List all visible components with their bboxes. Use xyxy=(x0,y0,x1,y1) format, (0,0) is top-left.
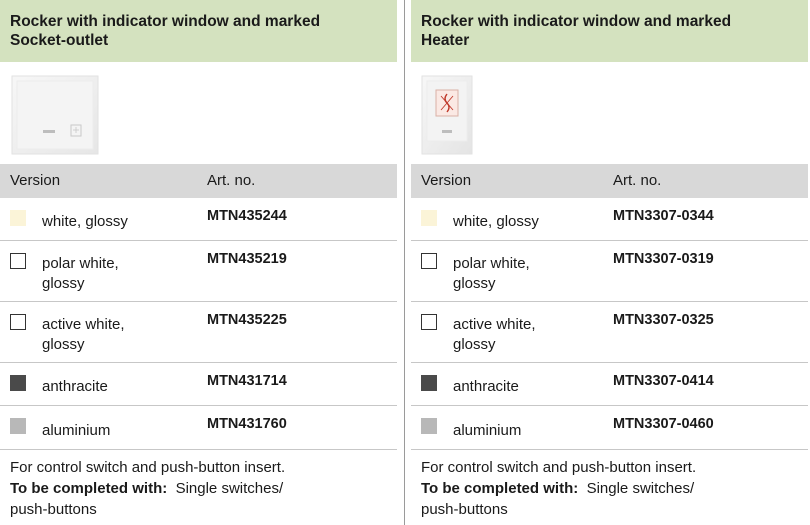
note-emphasis: To be completed with: xyxy=(10,480,168,497)
note-line: To be completed with: Single switches/ xyxy=(421,480,695,497)
version-label: Version xyxy=(421,172,472,189)
version-header: Version Art. no. xyxy=(411,164,808,198)
version-name: aluminium xyxy=(42,422,111,439)
article-number: MTN3307-0319 xyxy=(613,251,714,267)
version-name: polar white, glossy xyxy=(42,255,119,292)
table-row: polar white, glossy MTN435219 xyxy=(0,241,397,302)
table-row: anthracite MTN3307-0414 xyxy=(411,363,808,406)
article-number: MTN431714 xyxy=(207,373,287,389)
table-row: anthracite MTN431714 xyxy=(0,363,397,406)
socket-outlet-rocker-photo xyxy=(11,75,99,155)
product-title-line2: Socket-outlet xyxy=(10,32,109,49)
version-name: active white, glossy xyxy=(453,316,536,353)
article-number: MTN435244 xyxy=(207,208,287,224)
article-number: MTN435219 xyxy=(207,251,287,267)
version-name: aluminium xyxy=(453,422,522,439)
product-title-line1: Rocker with indicator window and marked xyxy=(421,13,732,30)
table-row: white, glossy MTN435244 xyxy=(0,198,397,241)
table-row: aluminium MTN3307-0460 xyxy=(411,406,808,450)
product-title: Rocker with indicator window and marked … xyxy=(0,0,397,62)
note-line: push-buttons xyxy=(10,501,97,518)
artno-label: Art. no. xyxy=(613,172,662,189)
version-name: anthracite xyxy=(42,378,108,395)
article-number: MTN3307-0325 xyxy=(613,312,714,328)
installation-note: For control switch and push-button inser… xyxy=(0,457,397,520)
article-number: MTN3307-0414 xyxy=(613,373,714,389)
color-swatch xyxy=(421,418,437,434)
color-swatch xyxy=(10,418,26,434)
note-line: For control switch and push-button inser… xyxy=(10,459,286,476)
product-title-line2: Heater xyxy=(421,32,470,49)
color-swatch xyxy=(421,375,437,391)
version-name: white, glossy xyxy=(453,213,539,230)
article-number: MTN3307-0344 xyxy=(613,208,714,224)
table-row: aluminium MTN431760 xyxy=(0,406,397,450)
color-swatch xyxy=(421,210,437,226)
article-number: MTN435225 xyxy=(207,312,287,328)
color-swatch xyxy=(10,253,26,269)
version-label: Version xyxy=(10,172,61,189)
column-divider xyxy=(404,0,405,525)
product-column-heater: Rocker with indicator window and marked … xyxy=(411,0,808,525)
product-title: Rocker with indicator window and marked … xyxy=(411,0,808,62)
table-row: active white, glossy MTN435225 xyxy=(0,302,397,363)
rocker-image xyxy=(11,75,99,155)
color-swatch xyxy=(421,314,437,330)
article-number: MTN431760 xyxy=(207,416,287,432)
version-name: polar white, glossy xyxy=(453,255,530,292)
product-title-line1: Rocker with indicator window and marked xyxy=(10,13,321,30)
installation-note: For control switch and push-button inser… xyxy=(411,457,808,520)
product-column-socket-outlet: Rocker with indicator window and marked … xyxy=(0,0,397,525)
product-sheet: Rocker with indicator window and marked … xyxy=(0,0,810,525)
article-number: MTN3307-0460 xyxy=(613,416,714,432)
color-swatch xyxy=(421,253,437,269)
rocker-image xyxy=(421,75,473,155)
note-emphasis: To be completed with: xyxy=(421,480,579,497)
note-line: To be completed with: Single switches/ xyxy=(10,480,284,497)
version-name: active white, glossy xyxy=(42,316,125,353)
color-swatch xyxy=(10,375,26,391)
version-header: Version Art. no. xyxy=(0,164,397,198)
heater-rocker-photo xyxy=(421,75,473,155)
color-swatch xyxy=(10,314,26,330)
version-name: anthracite xyxy=(453,378,519,395)
table-row: white, glossy MTN3307-0344 xyxy=(411,198,808,241)
table-row: active white, glossy MTN3307-0325 xyxy=(411,302,808,363)
table-row: polar white, glossy MTN3307-0319 xyxy=(411,241,808,302)
version-name: white, glossy xyxy=(42,213,128,230)
artno-label: Art. no. xyxy=(207,172,256,189)
color-swatch xyxy=(10,210,26,226)
note-line: push-buttons xyxy=(421,501,508,518)
note-line: For control switch and push-button inser… xyxy=(421,459,697,476)
